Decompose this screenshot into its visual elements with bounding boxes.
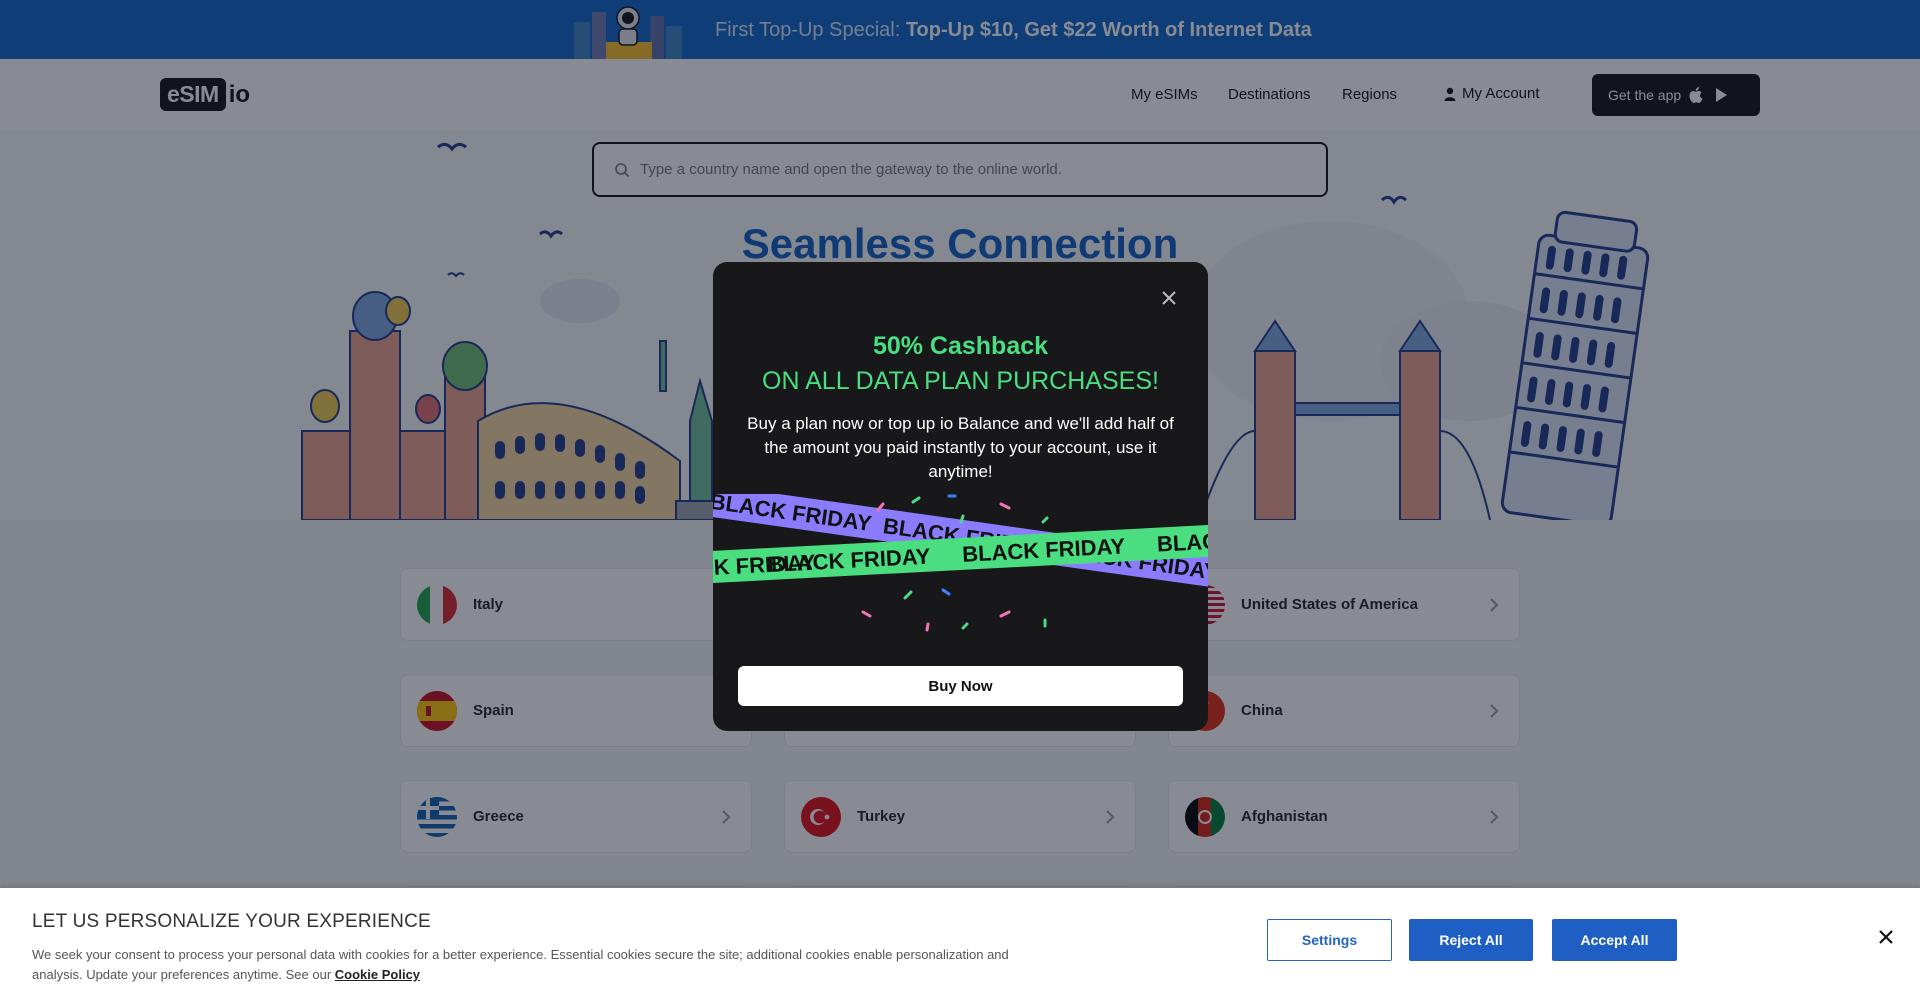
close-icon[interactable] <box>1878 929 1894 945</box>
reject-all-button[interactable]: Reject All <box>1409 919 1533 961</box>
cookie-consent-bar: LET US PERSONALIZE YOUR EXPERIENCE We se… <box>0 888 1920 993</box>
accept-all-button[interactable]: Accept All <box>1552 919 1677 961</box>
cookie-policy-link[interactable]: Cookie Policy <box>335 967 420 982</box>
cookie-title: LET US PERSONALIZE YOUR EXPERIENCE <box>32 911 431 932</box>
cookie-description: We seek your consent to process your per… <box>32 945 1062 985</box>
buy-now-button[interactable]: Buy Now <box>738 666 1183 706</box>
black-friday-ribbons: BLACK FRIDAY BLACK FRIDAY BLACK FRIDAY B… <box>713 494 1208 632</box>
close-icon[interactable] <box>1159 288 1179 308</box>
cashback-modal: 50% Cashback ON ALL DATA PLAN PURCHASES!… <box>713 262 1208 731</box>
cookie-description-text: We seek your consent to process your per… <box>32 947 1009 982</box>
modal-heading: 50% Cashback <box>872 332 1049 360</box>
modal-subheading: ON ALL DATA PLAN PURCHASES! <box>762 367 1159 395</box>
ribbon-text-purple: BLACK FRIDAY <box>713 494 873 536</box>
cookie-settings-button[interactable]: Settings <box>1267 919 1392 961</box>
modal-body-text: Buy a plan now or top up io Balance and … <box>747 414 1174 481</box>
